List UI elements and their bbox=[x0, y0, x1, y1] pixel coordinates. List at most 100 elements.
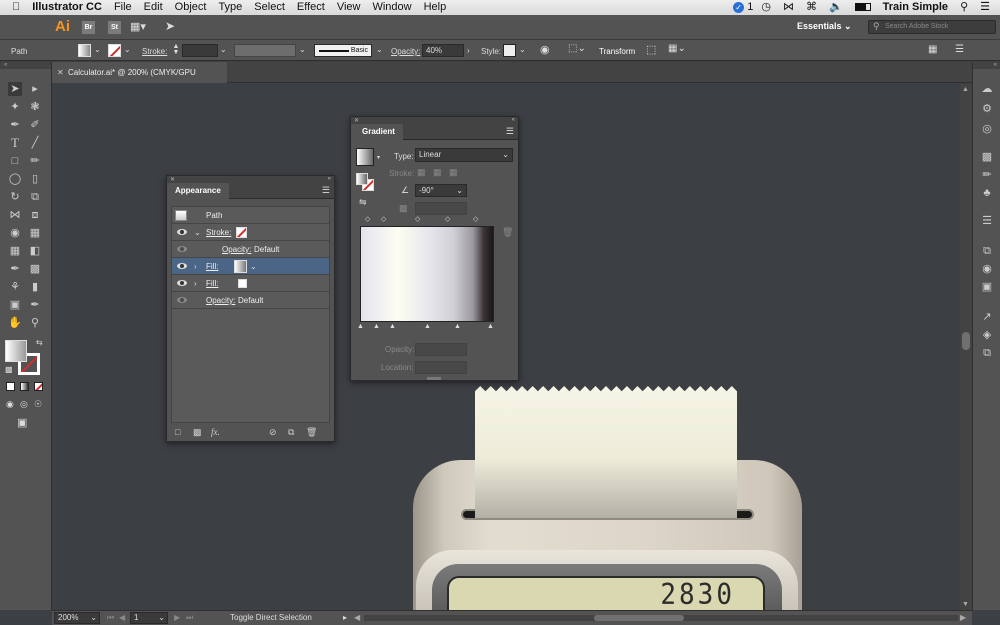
transform-link[interactable]: Transform bbox=[599, 47, 635, 56]
white-fill-swatch[interactable] bbox=[238, 279, 247, 288]
scroll-down-icon[interactable]: ▼ bbox=[962, 601, 969, 608]
volume-icon[interactable]: 🔈 bbox=[823, 0, 849, 15]
opacity-row-label[interactable]: Opacity: bbox=[206, 292, 235, 309]
panel-menu-icon[interactable]: ☰ bbox=[506, 126, 514, 137]
slice-tool-icon[interactable]: ✒ bbox=[28, 298, 42, 312]
draw-normal-icon[interactable]: ◉ bbox=[6, 399, 14, 410]
free-transform-tool-icon[interactable]: ⧈ bbox=[28, 208, 42, 222]
appearance-row-path[interactable]: Path bbox=[172, 207, 329, 224]
appearance-row-fill[interactable]: › Fill: bbox=[172, 275, 329, 292]
swap-fill-stroke-icon[interactable]: ⇆ bbox=[36, 338, 43, 347]
none-mode-icon[interactable] bbox=[34, 382, 43, 391]
first-artboard-icon[interactable]: ⏮ bbox=[107, 611, 114, 625]
lasso-tool-icon[interactable]: ❃ bbox=[28, 100, 42, 114]
angle-field[interactable]: -90° ⌄ bbox=[415, 184, 467, 197]
menu-type[interactable]: Type bbox=[212, 0, 248, 15]
chevron-down-icon[interactable]: ⌄ bbox=[519, 45, 526, 54]
add-stroke-icon[interactable]: □ bbox=[175, 427, 180, 437]
shape-builder-tool-icon[interactable]: ◉ bbox=[8, 226, 22, 240]
status-menu-arrow-icon[interactable]: ▸ bbox=[343, 611, 347, 625]
receipt-paper[interactable] bbox=[475, 386, 737, 518]
appearance-row-stroke-opacity[interactable]: Opacity: Default bbox=[172, 241, 329, 258]
draw-inside-icon[interactable]: ☉ bbox=[34, 399, 42, 410]
symbols-icon[interactable]: ♣ bbox=[980, 186, 994, 200]
artboard-tool-icon[interactable]: ▣ bbox=[8, 298, 22, 312]
transform-icon[interactable]: ⬚ bbox=[646, 43, 656, 56]
horizontal-scroll-thumb[interactable] bbox=[594, 615, 684, 621]
line-segment-tool-icon[interactable]: ╱ bbox=[28, 136, 42, 150]
rotate-tool-icon[interactable]: ↻ bbox=[8, 190, 22, 204]
appearance-row-stroke[interactable]: ⌄ Stroke: bbox=[172, 224, 329, 241]
arrange-documents-icon[interactable]: ▦▾ bbox=[130, 20, 146, 33]
menu-edit[interactable]: Edit bbox=[138, 0, 169, 15]
chevron-down-icon[interactable]: ⌄ bbox=[250, 258, 257, 275]
gradient-tool-icon[interactable]: ◧ bbox=[28, 244, 42, 258]
recolor-artwork-icon[interactable]: ◉ bbox=[540, 43, 550, 56]
menu-select[interactable]: Select bbox=[248, 0, 291, 15]
fill-row-label[interactable]: Fill: bbox=[206, 275, 218, 292]
stroke-none-swatch[interactable] bbox=[236, 227, 247, 238]
align-icon[interactable]: ☰ bbox=[980, 214, 994, 228]
dock-expand-handle[interactable]: « bbox=[973, 62, 1000, 69]
chevron-down-icon[interactable]: ⌄ bbox=[220, 45, 227, 54]
navigator-icon[interactable]: ◎ bbox=[980, 122, 994, 136]
delete-item-icon[interactable]: 🗑 bbox=[306, 427, 317, 438]
stroke-label[interactable]: Stroke: bbox=[142, 47, 167, 56]
last-artboard-icon[interactable]: ⏭ bbox=[186, 611, 193, 625]
direct-selection-tool-icon[interactable]: ▸ bbox=[28, 82, 42, 96]
color-mode-icon[interactable] bbox=[6, 382, 15, 391]
stroke-row-label[interactable]: Stroke: bbox=[206, 224, 231, 241]
selection-tool-icon[interactable]: ➤ bbox=[8, 82, 22, 96]
add-effect-button[interactable]: fx. bbox=[211, 427, 220, 437]
gradient-fill-swatch[interactable] bbox=[234, 260, 247, 273]
curvature-tool-icon[interactable]: ✐ bbox=[28, 118, 42, 132]
horizontal-scrollbar[interactable] bbox=[364, 615, 958, 621]
visibility-eye-icon[interactable] bbox=[177, 280, 187, 286]
default-fill-stroke-icon[interactable]: ▩ bbox=[5, 365, 13, 374]
variable-width-profile[interactable] bbox=[234, 44, 296, 57]
fill-row-label[interactable]: Fill: bbox=[206, 258, 218, 275]
close-icon[interactable]: ✕ bbox=[57, 62, 64, 83]
chevron-down-icon[interactable]: ⌄ bbox=[124, 45, 131, 54]
cc-libraries-icon[interactable]: ☁ bbox=[980, 82, 994, 96]
stroke-weight-field[interactable] bbox=[182, 44, 218, 57]
previous-artboard-icon[interactable]: ◀ bbox=[119, 611, 125, 625]
document-tab[interactable]: ✕ Calculator.ai* @ 200% (CMYK/GPU Previe… bbox=[52, 62, 227, 98]
screen-mode-icon[interactable]: ▣ bbox=[17, 416, 27, 429]
menu-file[interactable]: File bbox=[108, 0, 138, 15]
chevron-right-icon[interactable]: › bbox=[467, 46, 470, 55]
gradient-mode-icon[interactable] bbox=[20, 382, 29, 391]
graphic-style-swatch[interactable] bbox=[503, 44, 516, 57]
scale-tool-icon[interactable]: ⧉ bbox=[28, 190, 42, 204]
scroll-right-icon[interactable]: ▶ bbox=[960, 611, 966, 625]
bluetooth-icon[interactable]: ⋈ bbox=[777, 0, 800, 15]
rectangle-tool-icon[interactable]: □ bbox=[8, 154, 22, 168]
opacity-label[interactable]: Opacity: bbox=[391, 47, 420, 56]
draw-behind-icon[interactable]: ◎ bbox=[20, 399, 28, 410]
export-icon[interactable]: ↗ bbox=[980, 310, 994, 324]
duplicate-item-icon[interactable]: ⧉ bbox=[288, 427, 294, 438]
appearance-row-opacity[interactable]: Opacity: Default bbox=[172, 292, 329, 309]
gradient-tab[interactable]: Gradient bbox=[351, 124, 403, 141]
spotlight-search-icon[interactable]: ⚲ bbox=[954, 0, 974, 15]
paintbrush-tool-icon[interactable]: ✏ bbox=[28, 154, 42, 168]
appearance-tab[interactable]: Appearance bbox=[167, 183, 229, 200]
artboard-canvas[interactable]: 2830 ✕ « Appearance ☰ Path ⌄ Stroke: Opa… bbox=[52, 84, 960, 610]
collapse-icon[interactable]: « bbox=[512, 117, 515, 123]
perspective-grid-tool-icon[interactable]: ▦ bbox=[28, 226, 42, 240]
visibility-eye-icon[interactable] bbox=[177, 229, 187, 235]
hand-tool-icon[interactable]: ✋ bbox=[8, 316, 22, 330]
menu-view[interactable]: View bbox=[331, 0, 367, 15]
image-trace-icon[interactable]: ▩ bbox=[980, 150, 994, 164]
type-tool-icon[interactable]: T bbox=[8, 136, 22, 150]
gradient-panel-header[interactable]: ✕ « bbox=[351, 117, 518, 124]
app-menu[interactable]: Illustrator CC bbox=[26, 0, 108, 15]
opacity-field[interactable]: 40% bbox=[422, 44, 464, 57]
next-artboard-icon[interactable]: ▶ bbox=[174, 611, 180, 625]
eyedropper-tool-icon[interactable]: ✒ bbox=[8, 262, 22, 276]
bridge-button[interactable]: Br bbox=[82, 21, 95, 34]
align-to-icon[interactable]: ⬚⌄ bbox=[568, 43, 586, 54]
notification-center-icon[interactable]: ☰ bbox=[974, 0, 1000, 15]
chevron-down-icon[interactable]: ⌄ bbox=[376, 45, 383, 54]
menu-effect[interactable]: Effect bbox=[291, 0, 331, 15]
